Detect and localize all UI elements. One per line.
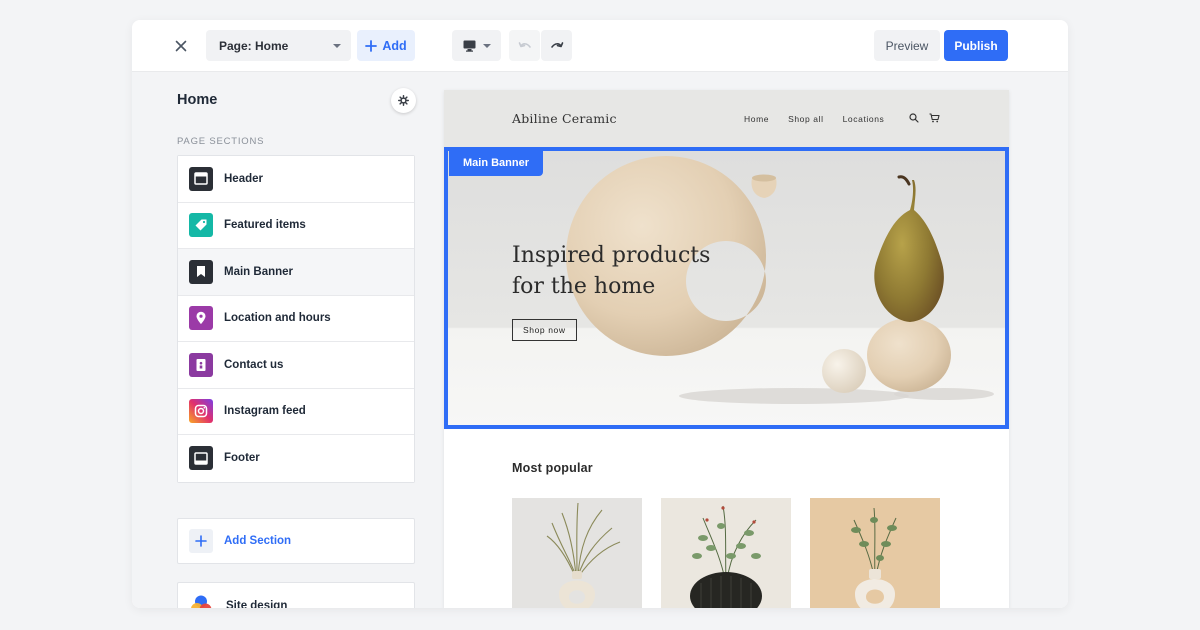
plus-icon — [189, 529, 213, 553]
plus-icon — [365, 39, 378, 52]
banner-headline-line-2: for the home — [512, 274, 656, 299]
section-item-header[interactable]: Header — [178, 156, 414, 203]
close-icon[interactable] — [168, 34, 194, 58]
publish-button[interactable]: Publish — [944, 30, 1008, 61]
shop-now-button[interactable]: Shop now — [512, 319, 577, 341]
add-section-button[interactable]: Add Section — [177, 518, 415, 564]
section-item-main-banner[interactable]: Main Banner — [178, 249, 414, 296]
site-nav-home[interactable]: Home — [744, 114, 769, 124]
section-item-footer[interactable]: Footer — [178, 435, 414, 482]
site-design-label: Site design — [226, 600, 288, 608]
product-image — [851, 507, 897, 608]
redo-icon — [550, 41, 563, 48]
site-preview-canvas: Abiline Ceramic Home Shop all Locations — [444, 90, 1009, 608]
page-settings-button[interactable] — [391, 88, 416, 113]
section-item-contact-us[interactable]: Contact us — [178, 342, 414, 389]
site-nav: Home Shop all Locations — [744, 114, 884, 124]
editor-toolbar: Page: Home Add Preview Publish — [132, 20, 1068, 72]
page-select-label: Page: Home — [219, 38, 289, 53]
add-section-label: Add Section — [224, 535, 292, 547]
most-popular-heading: Most popular — [512, 461, 593, 475]
banner-headline: Inspired products for the home — [512, 240, 742, 302]
section-item-featured-items[interactable]: Featured items — [178, 202, 414, 249]
undo-button[interactable] — [509, 30, 540, 61]
section-item-label: Instagram feed — [224, 405, 306, 418]
section-item-label: Featured items — [224, 219, 306, 232]
header-layout-icon — [189, 166, 213, 191]
product-image — [546, 502, 621, 608]
site-editor-window: Page: Home Add Preview Publish Home PAGE… — [132, 20, 1068, 608]
cart-icon[interactable] — [929, 113, 940, 123]
section-item-instagram-feed[interactable]: Instagram feed — [178, 388, 414, 435]
site-logo: Abiline Ceramic — [512, 111, 617, 126]
search-icon[interactable] — [909, 113, 919, 123]
contact-card-icon — [189, 352, 213, 377]
site-header-section[interactable]: Abiline Ceramic Home Shop all Locations — [444, 90, 1009, 148]
main-banner-section[interactable]: Inspired products for the home Shop now — [444, 148, 1009, 428]
map-pin-icon — [189, 306, 213, 331]
gear-icon — [398, 95, 409, 106]
site-design-button[interactable]: Site design — [177, 582, 415, 608]
add-button[interactable]: Add — [357, 30, 415, 61]
banner-headline-line-1: Inspired products — [512, 243, 711, 268]
product-card[interactable] — [810, 498, 940, 608]
instagram-icon — [189, 399, 213, 424]
desktop-icon — [463, 40, 475, 52]
footer-layout-icon — [189, 446, 213, 471]
undo-icon — [518, 41, 531, 48]
section-item-location-and-hours[interactable]: Location and hours — [178, 295, 414, 342]
section-item-label: Main Banner — [224, 265, 294, 278]
palette-icon — [191, 595, 212, 608]
page-sections-list: Header Featured items Main Banner Locati… — [177, 155, 415, 483]
redo-button[interactable] — [541, 30, 572, 61]
add-button-label: Add — [382, 38, 407, 53]
page-title: Home — [177, 92, 218, 108]
bookmark-icon — [189, 259, 213, 284]
site-nav-locations[interactable]: Locations — [843, 114, 885, 124]
chevron-down-icon — [333, 43, 341, 48]
editor-body: Home PAGE SECTIONS Header Featured items… — [132, 72, 1068, 608]
page-sections-heading: PAGE SECTIONS — [177, 136, 265, 147]
tag-icon — [189, 213, 213, 238]
section-item-label: Contact us — [224, 358, 284, 371]
main-banner-tag[interactable]: Main Banner — [449, 150, 544, 176]
section-item-label: Location and hours — [224, 312, 331, 325]
product-card[interactable] — [512, 498, 642, 608]
site-nav-shop-all[interactable]: Shop all — [788, 114, 824, 124]
page-select-dropdown[interactable]: Page: Home — [206, 30, 351, 61]
section-item-label: Header — [224, 172, 263, 185]
device-view-dropdown[interactable] — [452, 30, 501, 61]
chevron-down-icon — [482, 43, 491, 48]
product-image — [690, 505, 762, 608]
section-item-label: Footer — [224, 452, 260, 465]
product-card[interactable] — [661, 498, 791, 608]
preview-button[interactable]: Preview — [874, 30, 940, 61]
